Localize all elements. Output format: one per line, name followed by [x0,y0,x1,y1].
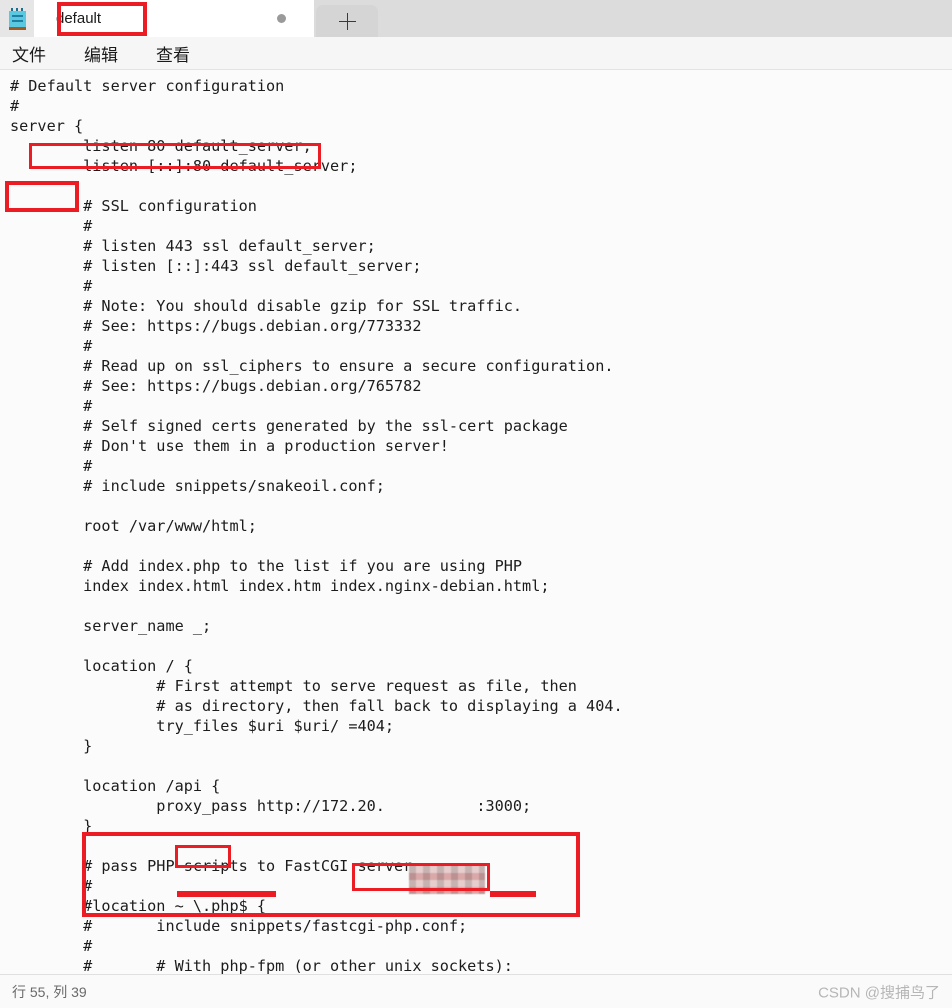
tab-default-label: default [56,10,102,27]
tab-modified-indicator-icon [277,14,286,23]
tab-bar: default [0,0,952,37]
tab-bar-empty-space [378,0,952,37]
editor-content[interactable]: # Default server configuration # server … [0,70,952,974]
tab-default[interactable]: default [34,0,314,37]
app-icon [0,0,34,37]
notepad-icon [8,7,26,30]
plus-icon [338,12,356,30]
new-tab-button[interactable] [316,5,378,37]
menu-item-file[interactable]: 文件 [12,41,46,66]
watermark-label: CSDN @搜捕鸟了 [818,984,940,1001]
menu-item-view[interactable]: 查看 [156,41,190,66]
code-editor[interactable]: # Default server configuration # server … [0,70,952,974]
cursor-position-label: 行 55, 列 39 [12,983,87,1000]
status-bar: 行 55, 列 39 CSDN @搜捕鸟了 [0,974,952,1008]
menu-bar: 文件 编辑 查看 [0,37,952,70]
menu-item-edit[interactable]: 编辑 [84,41,118,66]
